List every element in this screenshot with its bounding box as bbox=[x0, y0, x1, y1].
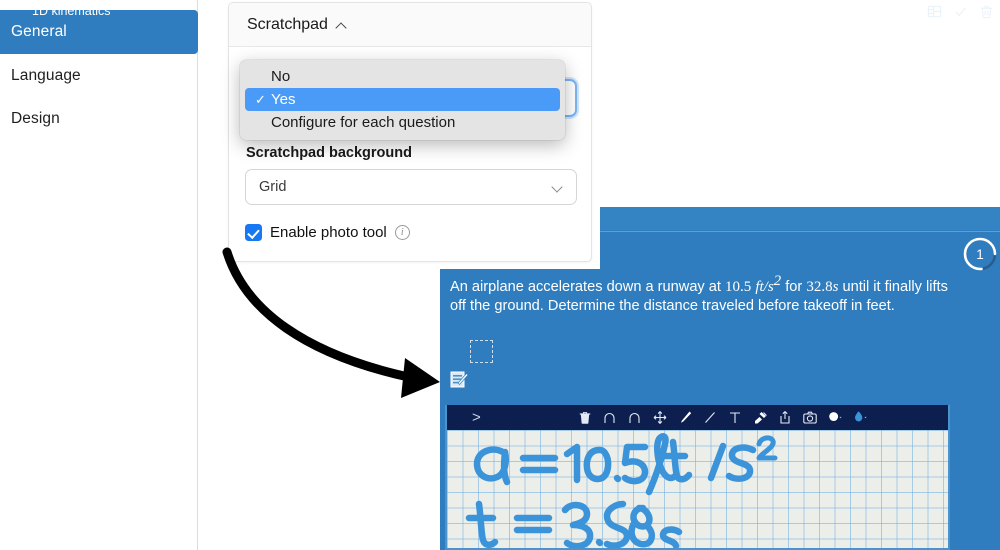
titlebar-actions bbox=[927, 4, 994, 19]
titlebar-divider bbox=[600, 231, 1000, 232]
acceleration-unit: ft/s bbox=[755, 278, 774, 295]
trash-icon[interactable] bbox=[979, 4, 994, 19]
page-title: Scratchpad bbox=[247, 15, 328, 33]
checkmark-icon: ✓ bbox=[255, 69, 269, 85]
color-swatch-white-icon[interactable] bbox=[827, 409, 843, 426]
scratchpad-background-value: Grid bbox=[259, 179, 287, 195]
sidebar-item-design[interactable]: Design bbox=[0, 97, 198, 141]
chevron-up-icon[interactable] bbox=[337, 21, 347, 31]
checkmark-icon: ✓ bbox=[255, 91, 266, 107]
app-title: 1D kinematics bbox=[32, 4, 111, 18]
expand-icon[interactable]: > bbox=[472, 410, 481, 426]
enable-photo-tool-checkbox[interactable] bbox=[245, 224, 262, 241]
question-text-b: for bbox=[781, 278, 807, 295]
acceleration-value: 10.5 bbox=[725, 278, 752, 295]
panel-header[interactable]: Scratchpad bbox=[229, 3, 591, 47]
layout-grid-icon[interactable] bbox=[927, 4, 942, 19]
ink-droplet-icon[interactable] bbox=[852, 409, 868, 426]
share-icon[interactable] bbox=[777, 409, 793, 426]
scratchpad-canvas[interactable] bbox=[447, 430, 948, 548]
handwriting-ink bbox=[465, 433, 778, 548]
scratchpad-note-icon[interactable] bbox=[450, 370, 469, 389]
sidebar-item-label: Language bbox=[11, 67, 81, 84]
camera-icon[interactable] bbox=[802, 409, 818, 426]
sidebar-item-label: General bbox=[11, 23, 67, 40]
trash-icon[interactable] bbox=[577, 409, 593, 426]
move-icon[interactable] bbox=[652, 409, 668, 426]
menu-item-label: Configure for each question bbox=[271, 114, 456, 131]
question-text: An airplane accelerates down a runway at… bbox=[450, 272, 950, 317]
answer-box-placeholder[interactable] bbox=[470, 340, 493, 363]
sidebar-item-label: Design bbox=[11, 110, 60, 127]
scratchpad-toolbar: > bbox=[447, 406, 948, 430]
undo-icon[interactable] bbox=[602, 409, 618, 426]
scratchpad-enabled-dropdown-menu[interactable]: ✓ No ✓ Yes ✓ Configure for each question bbox=[240, 60, 565, 140]
screenshot-root: General Language Design Scratchpad Scrat… bbox=[0, 0, 1000, 550]
progress-badge-value: 1 bbox=[976, 246, 984, 262]
curved-black-arrow bbox=[222, 247, 440, 398]
scratchpad-tools bbox=[577, 409, 868, 426]
enable-photo-tool-label: Enable photo tool bbox=[270, 224, 387, 241]
settings-sidebar: General Language Design bbox=[0, 0, 198, 550]
menu-item-no[interactable]: ✓ No bbox=[245, 65, 560, 88]
eraser-icon[interactable] bbox=[752, 409, 768, 426]
chevron-down-icon bbox=[553, 183, 563, 193]
menu-item-yes[interactable]: ✓ Yes bbox=[245, 88, 560, 111]
menu-item-label: Yes bbox=[271, 91, 296, 108]
question-text-a: down a runway at bbox=[602, 278, 726, 295]
pen-icon[interactable] bbox=[677, 409, 693, 426]
scratchpad-background-select[interactable]: Grid bbox=[245, 169, 577, 205]
checkmark-icon: ✓ bbox=[255, 115, 269, 131]
sidebar-item-language[interactable]: Language bbox=[0, 54, 198, 98]
checkmark-icon[interactable] bbox=[953, 4, 968, 19]
redo-icon[interactable] bbox=[627, 409, 643, 426]
app-titlebar bbox=[600, 207, 1000, 230]
question-progress-badge: 1 bbox=[962, 236, 998, 272]
info-icon[interactable]: i bbox=[394, 225, 410, 240]
menu-item-configure-for-each-question[interactable]: ✓ Configure for each question bbox=[245, 111, 560, 134]
time-value: 32.8 bbox=[806, 278, 833, 295]
enable-photo-tool-row[interactable]: Enable photo tool i bbox=[245, 224, 410, 241]
text-icon[interactable] bbox=[727, 409, 743, 426]
menu-item-label: No bbox=[271, 68, 291, 85]
scratchpad-background-label: Scratchpad background bbox=[246, 145, 412, 161]
line-icon[interactable] bbox=[702, 409, 718, 426]
question-line1-prefix: An airplane accelerates bbox=[450, 278, 603, 295]
